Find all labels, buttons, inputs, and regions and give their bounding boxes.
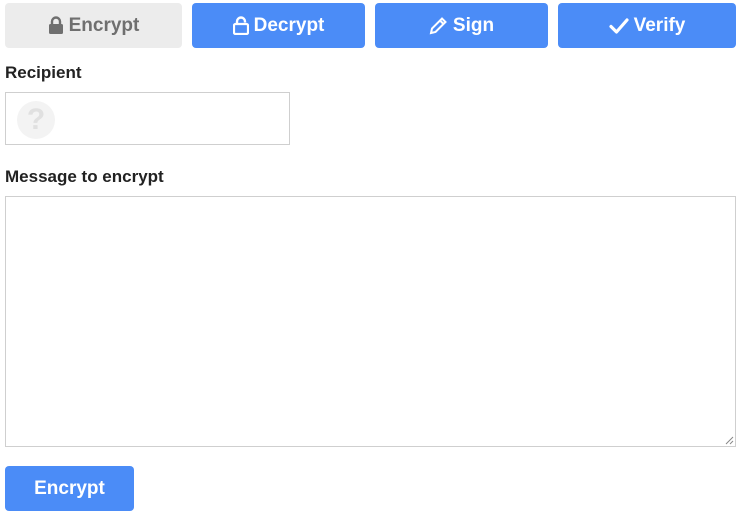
- question-mark-avatar-icon: ?: [17, 101, 55, 139]
- unlock-icon: [232, 16, 249, 35]
- recipient-label: Recipient: [5, 63, 82, 82]
- tab-verify-label: Verify: [633, 14, 686, 36]
- lock-icon: [48, 16, 64, 35]
- tab-decrypt-label: Decrypt: [253, 14, 325, 36]
- pencil-icon: [429, 16, 448, 35]
- check-icon: [609, 17, 629, 35]
- recipient-field[interactable]: ?: [5, 92, 290, 145]
- tab-encrypt[interactable]: Encrypt: [5, 3, 182, 48]
- tab-decrypt[interactable]: Decrypt: [192, 3, 365, 48]
- encrypt-submit-button[interactable]: Encrypt: [5, 466, 134, 511]
- tab-encrypt-label: Encrypt: [68, 14, 140, 36]
- tab-verify[interactable]: Verify: [558, 3, 736, 48]
- tab-sign[interactable]: Sign: [375, 3, 548, 48]
- message-label: Message to encrypt: [5, 167, 164, 186]
- message-textarea[interactable]: [5, 196, 736, 447]
- recipient-input[interactable]: [62, 103, 286, 137]
- resize-grip-icon[interactable]: [724, 435, 734, 445]
- tab-sign-label: Sign: [452, 14, 495, 36]
- mode-tab-bar: Encrypt Decrypt Sign Verify: [5, 3, 736, 48]
